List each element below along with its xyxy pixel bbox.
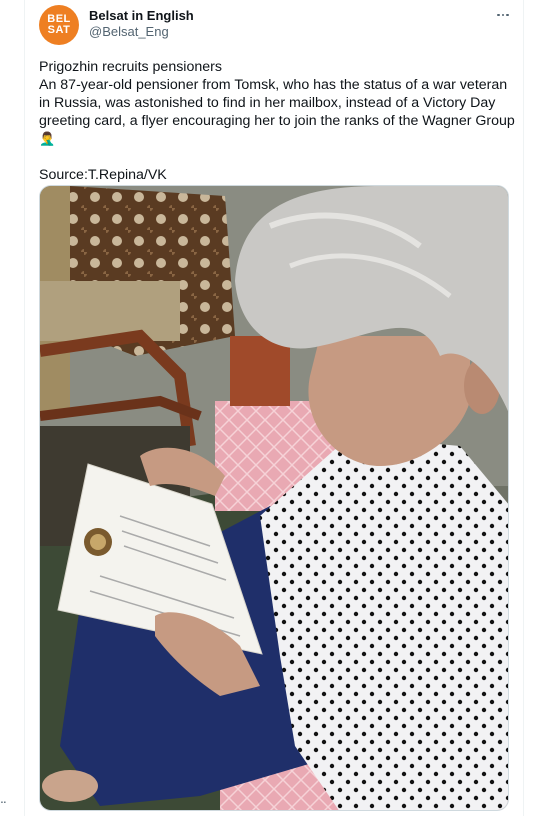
author-name[interactable]: Belsat in English bbox=[89, 8, 194, 23]
photo-illustration bbox=[40, 186, 508, 810]
truncated-sidebar-ellipsis: .. bbox=[0, 790, 7, 806]
tweet-text: Prigozhin recruits pensioners An 87-year… bbox=[39, 58, 519, 184]
avatar-line2: SAT bbox=[47, 24, 71, 36]
tweet-source: Source:T.Repina/VK bbox=[39, 167, 167, 183]
author-handle[interactable]: @Belsat_Eng bbox=[89, 24, 169, 39]
tweet-headline: Prigozhin recruits pensioners bbox=[39, 59, 222, 75]
tweet-body-paragraph: An 87-year-old pensioner from Tomsk, who… bbox=[39, 76, 519, 148]
more-dots-icon bbox=[497, 13, 500, 17]
timeline-left-border bbox=[24, 0, 25, 816]
facepalm-emoji-icon: 🤦‍♂️ bbox=[39, 131, 56, 146]
timeline-right-border bbox=[523, 0, 524, 816]
avatar[interactable]: BEL SAT bbox=[39, 5, 79, 45]
tweet-photo[interactable] bbox=[39, 185, 509, 811]
tweet-body: An 87-year-old pensioner from Tomsk, who… bbox=[39, 77, 515, 129]
more-options-button[interactable] bbox=[492, 6, 514, 24]
